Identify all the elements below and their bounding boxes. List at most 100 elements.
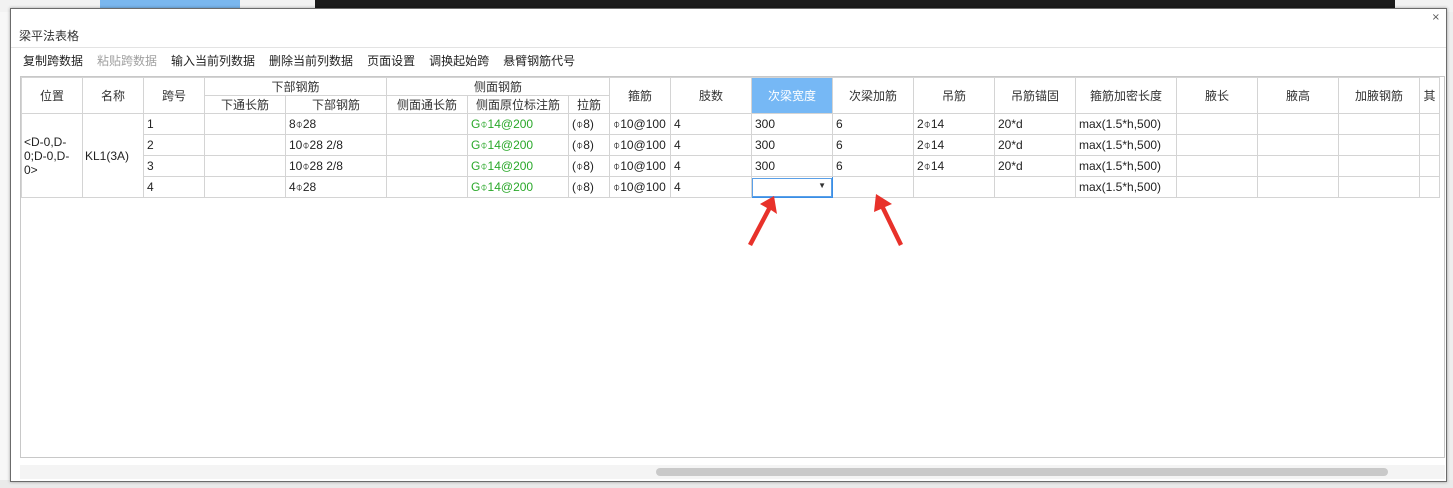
cell-haunch-height[interactable] — [1257, 134, 1339, 156]
cell-bottom-through[interactable] — [204, 155, 286, 177]
header-haunch-height[interactable]: 腋高 — [1257, 77, 1339, 114]
header-legs[interactable]: 肢数 — [670, 77, 752, 114]
header-position[interactable]: 位置 — [21, 77, 83, 114]
cell-secondary-beam-rebar[interactable]: 6 — [832, 134, 914, 156]
cell-haunch-length[interactable] — [1176, 176, 1258, 198]
close-icon[interactable]: × — [1432, 12, 1440, 23]
cell-secondary-beam-width[interactable]: 300 — [751, 113, 833, 135]
header-side-original[interactable]: 侧面原位标注筋 — [467, 95, 569, 114]
swap-start-span-button[interactable]: 调换起始跨 — [422, 52, 496, 70]
header-other[interactable]: 其 — [1419, 77, 1440, 114]
cell-span[interactable]: 4 — [143, 176, 205, 198]
cell-secondary-beam-width[interactable]: 300 — [751, 134, 833, 156]
cell-span[interactable]: 2 — [143, 134, 205, 156]
cell-hanger[interactable]: 2⌽14 — [913, 155, 995, 177]
cell-haunch-height[interactable] — [1257, 176, 1339, 198]
cell-stirrup[interactable]: ⌽10@100 — [609, 176, 671, 198]
cell-legs[interactable]: 4 — [670, 113, 752, 135]
cell-hanger-anchor[interactable] — [994, 176, 1076, 198]
cell-side-through[interactable] — [386, 113, 468, 135]
cell-other[interactable] — [1419, 113, 1440, 135]
cell-haunch-rebar[interactable] — [1338, 155, 1420, 177]
cell-side-original[interactable]: G⌽14@200 — [467, 113, 569, 135]
cell-hanger[interactable] — [913, 176, 995, 198]
header-name[interactable]: 名称 — [82, 77, 144, 114]
cell-secondary-beam-width[interactable]: 300 — [751, 155, 833, 177]
cell-hanger-anchor[interactable]: 20*d — [994, 134, 1076, 156]
header-secondary-beam-rebar[interactable]: 次梁加筋 — [832, 77, 914, 114]
cell-bottom-through[interactable] — [204, 113, 286, 135]
cell-hanger[interactable]: 2⌽14 — [913, 113, 995, 135]
cell-hanger[interactable]: 2⌽14 — [913, 134, 995, 156]
table-row[interactable]: 4 4⌽28 G⌽14@200 (⌽8) ⌽10@100 4 ▼ max(1.5… — [22, 176, 1440, 198]
table-row[interactable]: <D-0,D-0;D-0,D-0> KL1(3A) 1 8⌽28 G⌽14@20… — [21, 113, 1440, 198]
header-stirrup-dense-length[interactable]: 箍筋加密长度 — [1075, 77, 1177, 114]
header-bottom-steel[interactable]: 下部钢筋 — [285, 95, 387, 114]
header-haunch-rebar[interactable]: 加腋钢筋 — [1338, 77, 1420, 114]
delete-column-data-button[interactable]: 删除当前列数据 — [262, 52, 360, 70]
cell-side-original[interactable]: G⌽14@200 — [467, 155, 569, 177]
cell-bottom-through[interactable] — [204, 134, 286, 156]
cell-stirrup-dense-length[interactable]: max(1.5*h,500) — [1075, 176, 1177, 198]
cell-other[interactable] — [1419, 176, 1440, 198]
cell-haunch-height[interactable] — [1257, 155, 1339, 177]
copy-span-data-button[interactable]: 复制跨数据 — [16, 52, 90, 70]
header-side-through[interactable]: 侧面通长筋 — [386, 95, 468, 114]
cell-span[interactable]: 1 — [143, 113, 205, 135]
header-haunch-length[interactable]: 腋长 — [1176, 77, 1258, 114]
cell-position[interactable]: <D-0,D-0;D-0,D-0> — [21, 113, 83, 198]
table-row[interactable]: 2 10⌽28 2/8 G⌽14@200 (⌽8) ⌽10@100 4 300 … — [22, 134, 1440, 156]
header-bottom-through[interactable]: 下通长筋 — [204, 95, 286, 114]
cell-stirrup[interactable]: ⌽10@100 — [609, 113, 671, 135]
page-setup-button[interactable]: 页面设置 — [360, 52, 422, 70]
cell-bottom-steel[interactable]: 4⌽28 — [285, 176, 387, 198]
cell-haunch-length[interactable] — [1176, 134, 1258, 156]
cell-stirrup[interactable]: ⌽10@100 — [609, 134, 671, 156]
header-tie[interactable]: 拉筋 — [568, 95, 610, 114]
header-span[interactable]: 跨号 — [143, 77, 205, 114]
cell-other[interactable] — [1419, 134, 1440, 156]
cell-bottom-steel[interactable]: 10⌽28 2/8 — [285, 134, 387, 156]
cell-legs[interactable]: 4 — [670, 155, 752, 177]
cell-side-through[interactable] — [386, 134, 468, 156]
cell-side-original[interactable]: G⌽14@200 — [467, 176, 569, 198]
cell-haunch-length[interactable] — [1176, 155, 1258, 177]
cell-haunch-length[interactable] — [1176, 113, 1258, 135]
chevron-down-icon[interactable]: ▼ — [818, 181, 826, 190]
paste-span-data-button[interactable]: 粘贴跨数据 — [90, 52, 164, 70]
cell-secondary-beam-rebar[interactable]: 6 — [832, 155, 914, 177]
header-group-side-rebar[interactable]: 侧面钢筋 — [386, 77, 610, 96]
cell-stirrup-dense-length[interactable]: max(1.5*h,500) — [1075, 113, 1177, 135]
cell-bottom-steel[interactable]: 10⌽28 2/8 — [285, 155, 387, 177]
cell-tie[interactable]: (⌽8) — [568, 113, 610, 135]
cell-other[interactable] — [1419, 155, 1440, 177]
cell-bottom-steel[interactable]: 8⌽28 — [285, 113, 387, 135]
header-group-bottom-rebar[interactable]: 下部钢筋 — [204, 77, 387, 96]
cell-span[interactable]: 3 — [143, 155, 205, 177]
cell-stirrup-dense-length[interactable]: max(1.5*h,500) — [1075, 155, 1177, 177]
cell-side-through[interactable] — [386, 176, 468, 198]
cell-haunch-height[interactable] — [1257, 113, 1339, 135]
cell-haunch-rebar[interactable] — [1338, 113, 1420, 135]
cantilever-rebar-code-button[interactable]: 悬臂钢筋代号 — [496, 52, 582, 70]
cell-tie[interactable]: (⌽8) — [568, 134, 610, 156]
cell-haunch-rebar[interactable] — [1338, 134, 1420, 156]
cell-hanger-anchor[interactable]: 20*d — [994, 113, 1076, 135]
cell-side-original[interactable]: G⌽14@200 — [467, 134, 569, 156]
cell-tie[interactable]: (⌽8) — [568, 176, 610, 198]
header-stirrup[interactable]: 箍筋 — [609, 77, 671, 114]
cell-name[interactable]: KL1(3A) — [82, 113, 144, 198]
cell-hanger-anchor[interactable]: 20*d — [994, 155, 1076, 177]
cell-stirrup[interactable]: ⌽10@100 — [609, 155, 671, 177]
cell-haunch-rebar[interactable] — [1338, 176, 1420, 198]
header-secondary-beam-width[interactable]: 次梁宽度 — [751, 77, 833, 114]
cell-tie[interactable]: (⌽8) — [568, 155, 610, 177]
horizontal-scrollbar-thumb[interactable] — [656, 468, 1388, 476]
table-row[interactable]: 3 10⌽28 2/8 G⌽14@200 (⌽8) ⌽10@100 4 300 … — [22, 155, 1440, 177]
cell-legs[interactable]: 4 — [670, 134, 752, 156]
header-hanger-anchor[interactable]: 吊筋锚固 — [994, 77, 1076, 114]
header-hanger[interactable]: 吊筋 — [913, 77, 995, 114]
cell-side-through[interactable] — [386, 155, 468, 177]
cell-secondary-beam-rebar[interactable]: 6 — [832, 113, 914, 135]
input-column-data-button[interactable]: 输入当前列数据 — [164, 52, 262, 70]
